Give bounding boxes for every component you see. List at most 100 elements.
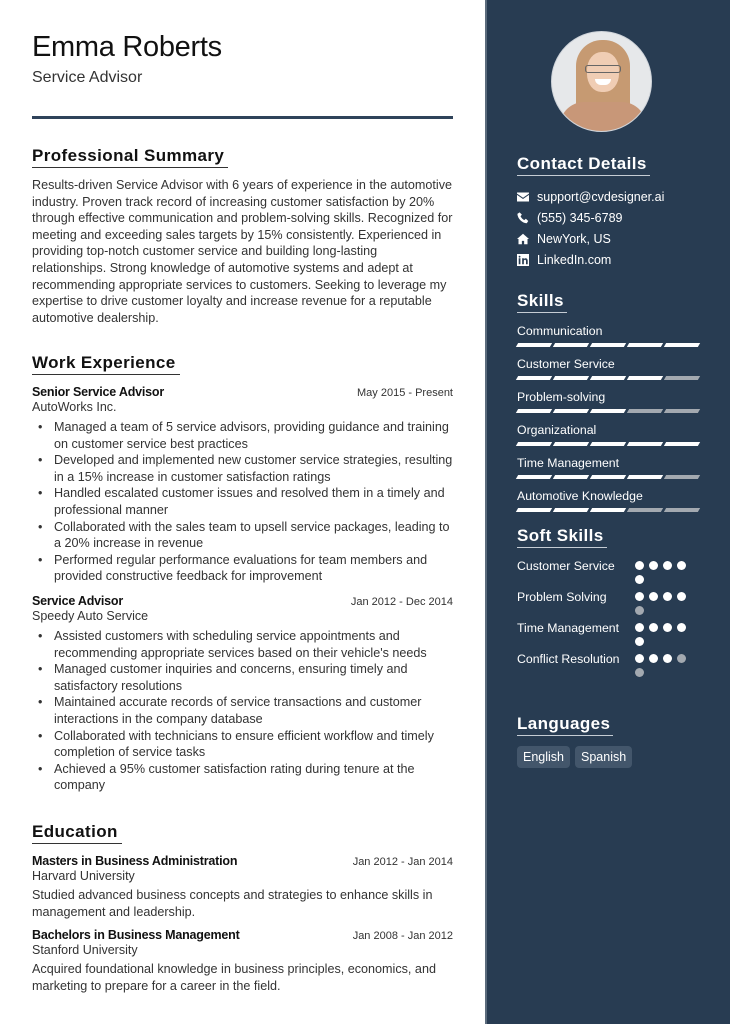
education-section: Education Masters in Business Administra… (32, 822, 453, 994)
rating-dot-filled (663, 654, 672, 663)
degree-title: Bachelors in Business Management (32, 928, 240, 943)
job-bullet: Handled escalated customer issues and re… (38, 485, 453, 518)
soft-skills-list: Customer Service Problem Solving Time Mana… (517, 558, 699, 677)
soft-skill-item: Time Management (517, 620, 699, 646)
soft-skill-item: Customer Service (517, 558, 699, 584)
rating-segment-filled (589, 475, 627, 479)
job-company: AutoWorks Inc. (32, 400, 117, 414)
contact-phone-text: (555) 345-6789 (537, 210, 623, 225)
skill-rating-bar (515, 343, 701, 348)
rating-dot-filled (677, 561, 686, 570)
skill-rating-bar (515, 376, 701, 381)
skill-item: Automotive Knowledge (515, 488, 701, 513)
skill-name: Organizational (517, 423, 597, 437)
language-chip: English (517, 746, 570, 768)
degree-title: Masters in Business Administration (32, 854, 238, 868)
soft-skill-name: Problem Solving (517, 590, 607, 604)
job-bullet: Performed regular performance evaluation… (38, 552, 453, 585)
job-bullet: Maintained accurate records of service t… (38, 694, 453, 727)
rating-segment-empty (663, 475, 701, 479)
skills-list: Communication Customer Service Problem-sol… (515, 323, 701, 513)
rating-dot-filled (635, 561, 644, 570)
languages-list: English Spanish (517, 746, 699, 768)
contact-phone[interactable]: (555) 345-6789 (517, 207, 699, 228)
job-entry: Service Advisor Jan 2012 - Dec 2014 Spee… (32, 594, 453, 794)
soft-skill-rating (635, 558, 687, 584)
job-bullet: Developed and implemented new customer s… (38, 452, 453, 485)
skill-name: Communication (517, 324, 603, 338)
skill-item: Problem-solving (515, 389, 701, 414)
rating-segment-filled (515, 475, 553, 479)
skill-rating-bar (515, 508, 701, 513)
skill-name: Customer Service (517, 357, 615, 371)
school-name: Harvard University (32, 869, 135, 883)
soft-skills-heading: Soft Skills (517, 526, 607, 548)
home-icon (517, 233, 537, 245)
job-bullet: Managed customer inquiries and concerns,… (38, 661, 453, 694)
rating-segment-filled (515, 376, 553, 380)
education-description: Acquired foundational knowledge in busin… (32, 962, 436, 993)
school-name: Stanford University (32, 943, 138, 958)
summary-heading: Professional Summary (32, 146, 229, 168)
contact-linkedin[interactable]: LinkedIn.com (517, 249, 699, 270)
soft-skill-rating (635, 651, 687, 677)
rating-segment-filled (515, 343, 553, 347)
rating-segment-filled (663, 442, 701, 446)
job-date: May 2015 - Present (357, 387, 453, 399)
main-column: Emma Roberts Service Advisor Professiona… (0, 0, 485, 1024)
soft-skill-rating (635, 589, 687, 615)
education-entry: Bachelors in Business Management Jan 200… (32, 928, 453, 994)
rating-dot-filled (635, 623, 644, 632)
rating-segment-filled (552, 343, 590, 347)
rating-dot-filled (635, 575, 644, 584)
skill-rating-bar (515, 475, 701, 480)
skill-item: Organizational (515, 422, 701, 447)
rating-segment-empty (663, 508, 701, 512)
contact-section: Contact Details support@cvdesigner.ai (5… (517, 154, 699, 270)
job-entry: Senior Service Advisor May 2015 - Presen… (32, 385, 453, 585)
soft-skill-name: Conflict Resolution (517, 652, 620, 666)
rating-dot-filled (649, 623, 658, 632)
contact-email[interactable]: support@cvdesigner.ai (517, 186, 699, 207)
skill-rating-bar (515, 442, 701, 447)
job-title: Service Advisor (32, 593, 124, 608)
soft-skills-section: Soft Skills Customer Service Problem Solv… (517, 526, 699, 682)
rating-segment-filled (552, 475, 590, 479)
skill-item: Time Management (515, 455, 701, 480)
skill-name: Problem-solving (517, 390, 606, 404)
rating-segment-empty (626, 409, 664, 413)
phone-icon (517, 211, 537, 224)
languages-heading: Languages (517, 714, 614, 736)
rating-dot-empty (635, 606, 644, 615)
skill-item: Communication (515, 323, 701, 348)
education-description: Studied advanced business concepts and s… (32, 888, 433, 919)
job-bullets: Managed a team of 5 service advisors, pr… (32, 419, 453, 585)
rating-segment-filled (515, 442, 553, 446)
rating-segment-filled (515, 409, 553, 413)
candidate-name: Emma Roberts (32, 31, 222, 63)
summary-text: Results-driven Service Advisor with 6 ye… (32, 178, 453, 325)
contact-location: NewYork, US (517, 228, 699, 249)
rating-dot-filled (677, 592, 686, 601)
rating-segment-filled (552, 409, 590, 413)
rating-segment-filled (589, 343, 627, 347)
rating-dot-filled (677, 623, 686, 632)
contact-location-text: NewYork, US (537, 231, 611, 246)
education-date: Jan 2008 - Jan 2012 (352, 930, 453, 943)
skill-rating-bar (515, 409, 701, 414)
education-heading: Education (32, 822, 122, 844)
header-divider (32, 116, 453, 119)
sidebar: Contact Details support@cvdesigner.ai (5… (485, 0, 730, 1024)
rating-dot-filled (663, 561, 672, 570)
skill-name: Time Management (517, 456, 620, 470)
languages-section: Languages English Spanish (517, 714, 699, 768)
rating-segment-filled (626, 343, 664, 347)
contact-heading: Contact Details (517, 154, 650, 176)
skills-heading: Skills (517, 291, 567, 313)
job-company: Speedy Auto Service (32, 608, 149, 623)
linkedin-icon (517, 253, 537, 266)
soft-skill-item: Problem Solving (517, 589, 699, 615)
rating-segment-empty (626, 508, 664, 512)
job-bullet: Achieved a 95% customer satisfaction rat… (38, 761, 453, 794)
rating-dot-filled (649, 561, 658, 570)
